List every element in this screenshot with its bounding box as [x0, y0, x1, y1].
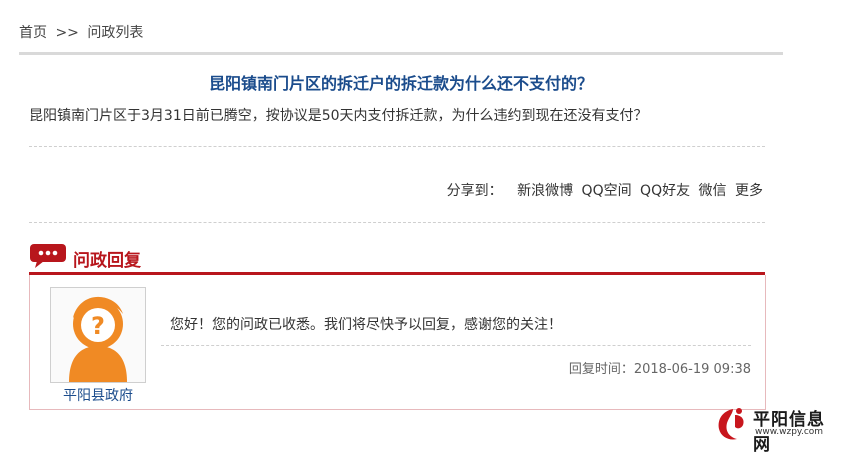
site-logo-icon: [718, 408, 744, 440]
watermark-url: www.wzpy.com: [755, 427, 824, 437]
breadcrumb: 首页 >> 问政列表: [19, 22, 143, 42]
share-weibo-link[interactable]: 新浪微博: [517, 183, 573, 199]
breadcrumb-current-link[interactable]: 问政列表: [87, 25, 143, 41]
header-divider: [19, 52, 783, 55]
avatar-name: 平阳县政府: [63, 388, 133, 404]
svg-text:?: ?: [91, 312, 105, 340]
reply-box: ? 平阳县政府 您好！您的问政已收悉。我们将尽快予以回复，感谢您的关注！ 回复时…: [29, 275, 766, 410]
share-more-link[interactable]: 更多: [735, 183, 763, 199]
breadcrumb-separator: >>: [55, 25, 79, 41]
chat-bubble-icon: [30, 244, 66, 268]
reply-text: 您好！您的问政已收悉。我们将尽快予以回复，感谢您的关注！: [170, 317, 562, 333]
question-divider: [29, 146, 765, 147]
share-qq-friend-link[interactable]: QQ好友: [640, 183, 690, 199]
share-qzone-link[interactable]: QQ空间: [582, 183, 632, 199]
site-watermark-logo: 平阳信息网 www.wzpy.com: [713, 405, 839, 455]
avatar: ?: [50, 287, 146, 383]
reply-section-header: 问政回复: [29, 241, 765, 275]
share-label: 分享到：: [446, 183, 503, 199]
share-bar: 分享到： 新浪微博 QQ空间 QQ好友 微信 更多: [447, 180, 763, 200]
reply-section-title: 问政回复: [73, 251, 141, 271]
question-body: 昆阳镇南门片区于3月31日前已腾空，按协议是50天内支付拆迁款，为什么违约到现在…: [29, 108, 648, 124]
question-title: 昆阳镇南门片区的拆迁户的拆迁款为什么还不支付的？: [208, 74, 593, 93]
breadcrumb-home-link[interactable]: 首页: [19, 25, 47, 41]
share-divider: [29, 222, 765, 223]
reply-divider: [161, 345, 751, 346]
reply-time: 回复时间：2018-06-19 09:38: [568, 362, 751, 377]
question-person-icon: ?: [51, 288, 145, 382]
share-wechat-link[interactable]: 微信: [699, 183, 727, 199]
